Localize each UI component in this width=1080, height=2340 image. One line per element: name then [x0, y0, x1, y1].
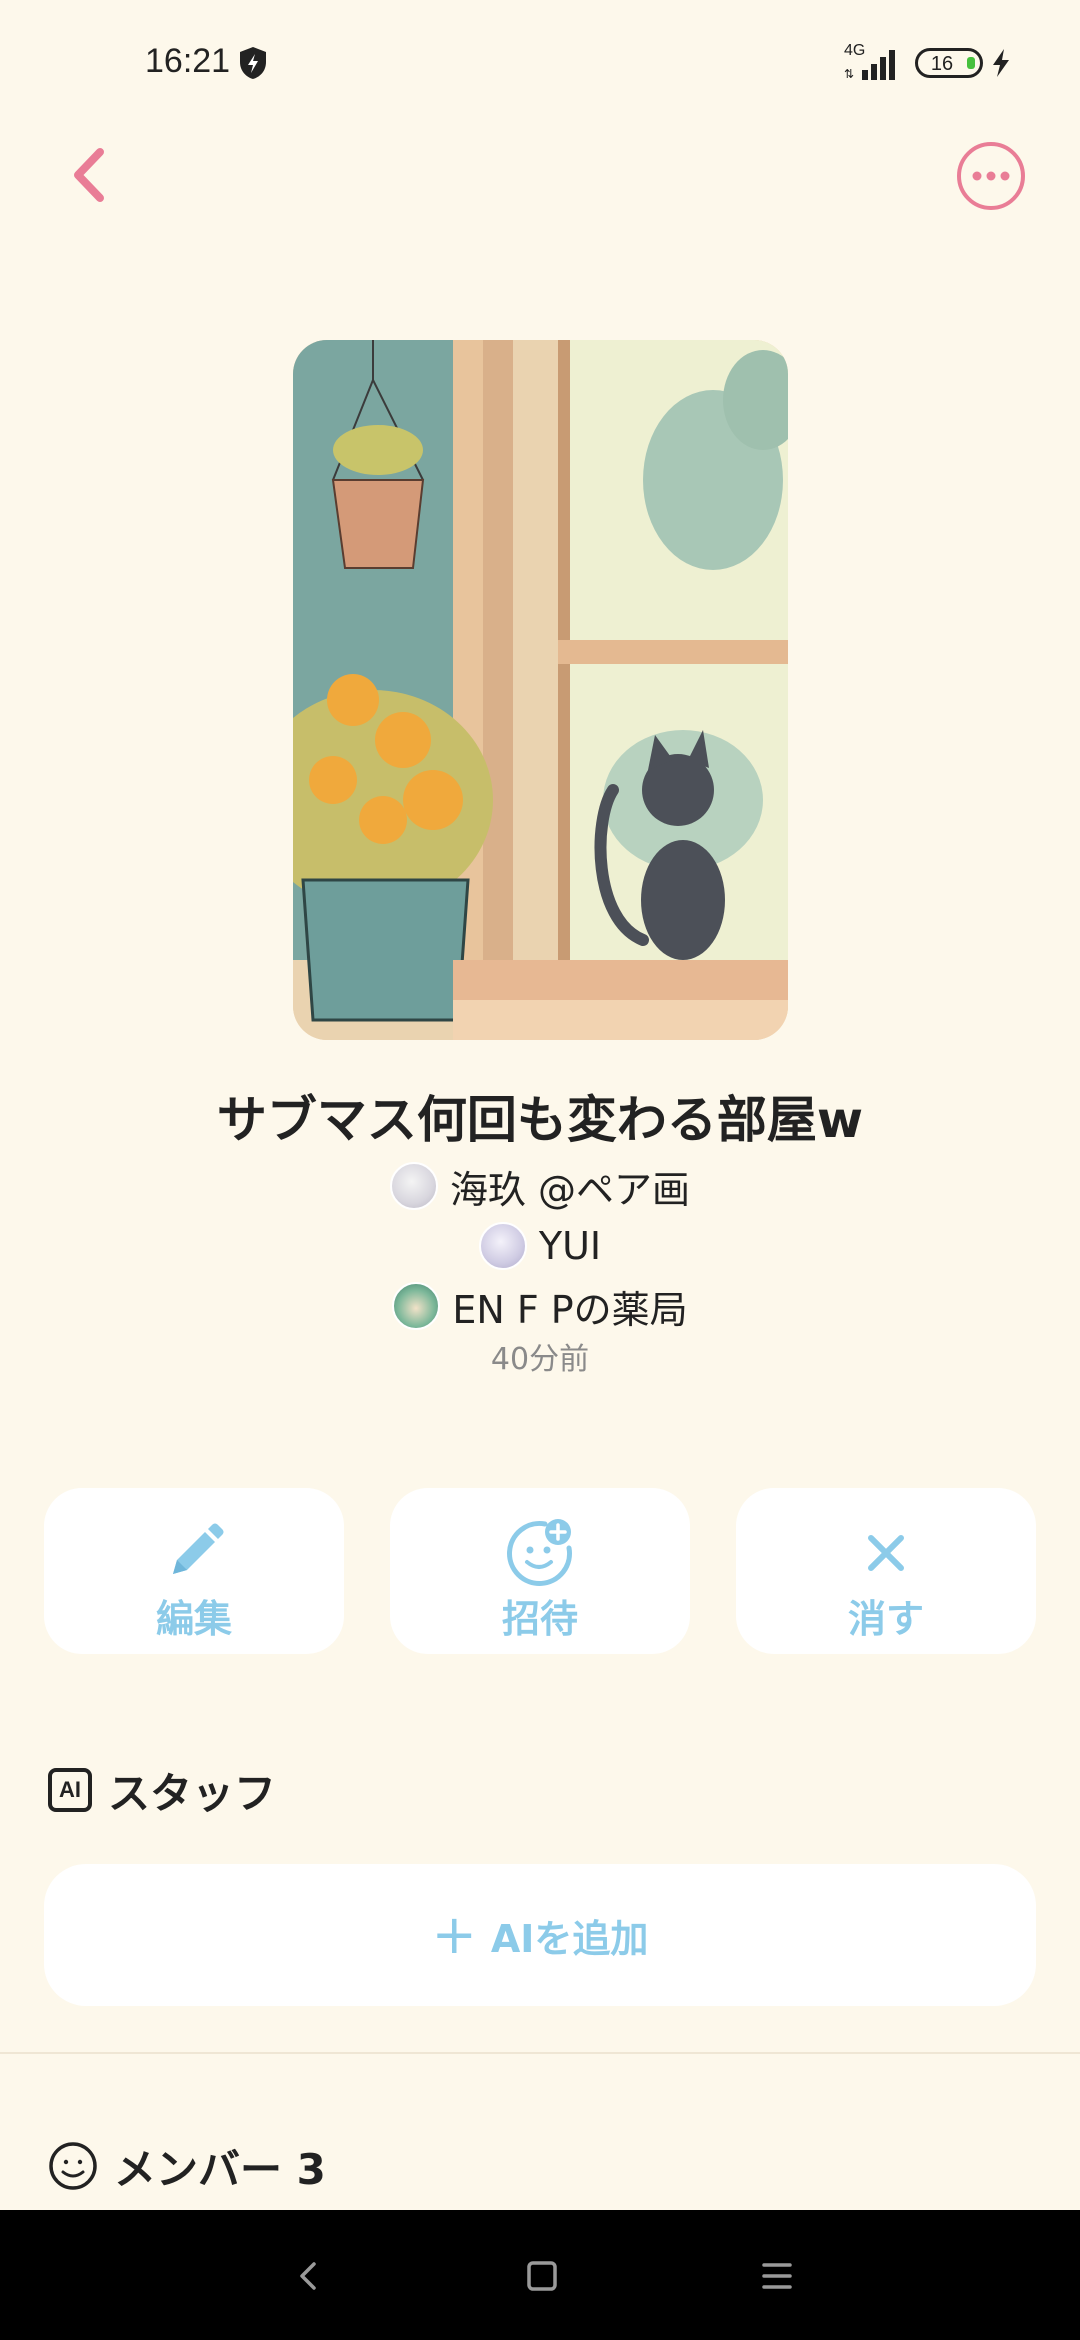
avatar: [478, 1222, 527, 1270]
delete-label: 消す: [847, 1597, 924, 1641]
battery-level: 16: [930, 53, 954, 75]
member-entry[interactable]: YUI: [0, 1220, 1080, 1272]
status-time: 16:21: [145, 42, 231, 80]
add-ai-label: AIを追加: [490, 1916, 649, 1961]
close-icon: [868, 1535, 904, 1571]
more-options-button[interactable]: [955, 140, 1027, 212]
nav-menu-icon[interactable]: [747, 2248, 807, 2304]
member-name: YUI: [538, 1224, 602, 1268]
member-name: 海玖 @ペア画: [449, 1167, 691, 1212]
svg-text:⇅: ⇅: [844, 67, 854, 81]
nav-back-icon[interactable]: [278, 2248, 338, 2304]
room-cover-image: [293, 340, 788, 1040]
invite-button[interactable]: 招待: [390, 1488, 690, 1654]
ai-icon: AI: [48, 1768, 92, 1812]
member-entry[interactable]: 海玖 @ペア画: [0, 1160, 1080, 1212]
add-ai-button[interactable]: + AIを追加: [44, 1864, 1036, 2006]
staff-section-title: スタッフ: [108, 1768, 277, 1818]
invite-label: 招待: [501, 1597, 578, 1641]
status-bar: 16:21 4G ⇅ 16: [0, 0, 1080, 130]
last-updated-time: 40分前: [490, 1342, 590, 1377]
edit-label: 編集: [155, 1597, 232, 1641]
system-navigation-bar: [0, 2210, 1080, 2340]
delete-button[interactable]: 消す: [736, 1488, 1036, 1654]
section-divider: [0, 2052, 1080, 2054]
member-name: EN F Pの薬局: [452, 1287, 688, 1332]
charging-icon: [993, 49, 1009, 77]
battery-icon: 16: [915, 48, 983, 78]
smile-icon: [49, 2142, 97, 2190]
nav-home-icon[interactable]: [511, 2248, 571, 2304]
avatar: [392, 1282, 441, 1330]
edit-button[interactable]: 編集: [44, 1488, 344, 1654]
pencil-icon: [173, 1523, 224, 1574]
members-section-header: メンバー 3: [48, 2136, 326, 2196]
signal-icon: ⇅: [844, 50, 895, 81]
add-friend-icon: [507, 1519, 572, 1586]
room-title: サブマス何回も変わる部屋w: [216, 1091, 864, 1149]
avatar: [389, 1162, 438, 1210]
member-entry[interactable]: EN F Pの薬局: [0, 1280, 1080, 1332]
shield-icon: [240, 47, 266, 79]
plus-icon: +: [431, 1903, 477, 1966]
staff-section-header: AI スタッフ: [48, 1760, 276, 1820]
members-section-title: メンバー 3: [114, 2144, 326, 2194]
back-button[interactable]: [60, 140, 120, 210]
